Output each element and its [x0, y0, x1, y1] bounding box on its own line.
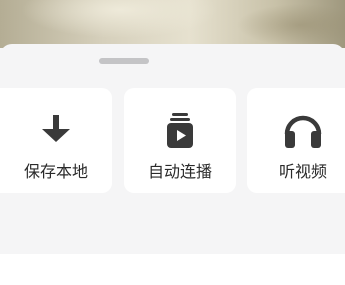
- drag-handle[interactable]: [99, 58, 149, 64]
- listen-video-button[interactable]: 听视频: [247, 88, 345, 193]
- save-local-label: 保存本地: [23, 162, 88, 181]
- save-local-button[interactable]: 保存本地: [0, 88, 112, 193]
- download-arrow-icon: [42, 115, 70, 142]
- playlist-play-icon: [167, 113, 193, 148]
- autoplay-label: 自动连播: [147, 162, 212, 181]
- autoplay-button[interactable]: 自动连播: [124, 88, 236, 193]
- video-preview-image: [0, 0, 345, 48]
- sheet-bottom-area: [0, 254, 345, 285]
- listen-video-label: 听视频: [278, 162, 327, 181]
- action-sheet: 保存本地 自动连播 听视频: [0, 44, 345, 285]
- headphones-icon: [284, 115, 322, 148]
